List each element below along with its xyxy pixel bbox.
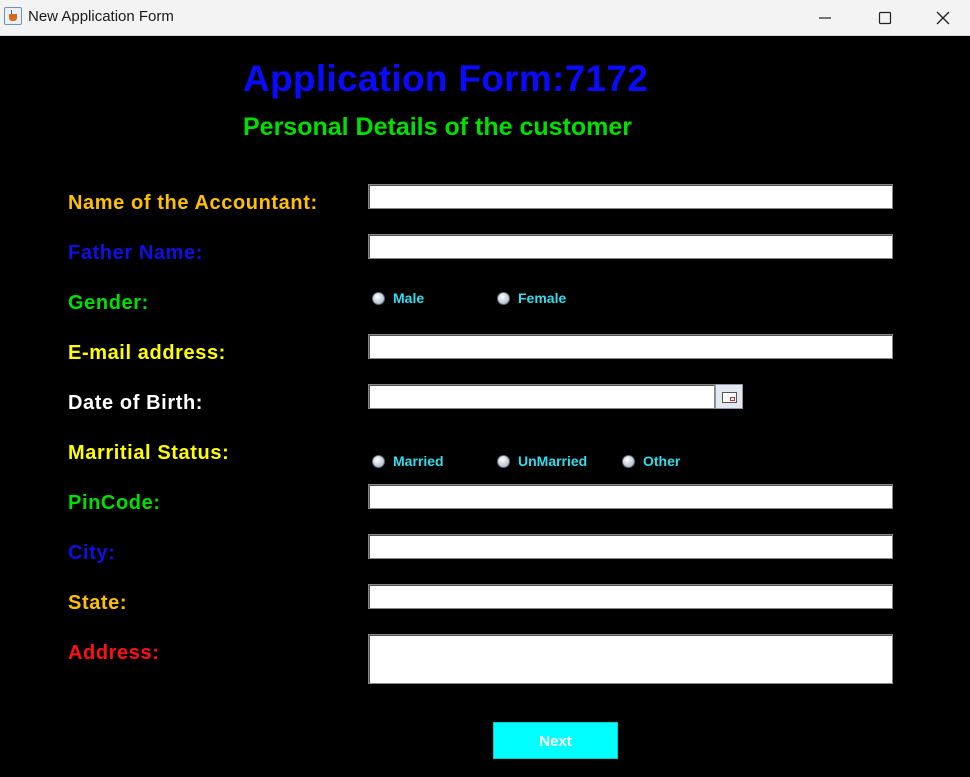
- state-field[interactable]: [368, 584, 893, 609]
- form-title: Application Form:7172: [243, 58, 649, 99]
- maximize-icon: [878, 11, 892, 25]
- gender-male-radio[interactable]: Male: [372, 290, 424, 306]
- city-field[interactable]: [368, 534, 893, 559]
- radio-button-icon: [622, 454, 635, 468]
- close-button[interactable]: [914, 0, 970, 35]
- email-field[interactable]: [368, 334, 893, 359]
- window-title: New Application Form: [28, 8, 174, 25]
- name-label: Name of the Accountant:: [68, 192, 318, 214]
- marital-married-radio[interactable]: Married: [372, 453, 444, 469]
- name-field[interactable]: [368, 184, 893, 209]
- java-cup-icon: [4, 7, 22, 25]
- gender-label: Gender:: [68, 292, 149, 314]
- marital-unmarried-radio[interactable]: UnMarried: [497, 453, 587, 469]
- pincode-field[interactable]: [368, 484, 893, 509]
- radio-label: UnMarried: [518, 453, 588, 469]
- address-label: Address:: [68, 642, 160, 664]
- father-name-field[interactable]: [368, 234, 893, 259]
- father-name-label: Father Name:: [68, 242, 204, 264]
- city-label: City:: [68, 542, 116, 564]
- radio-button-icon: [372, 291, 385, 305]
- maximize-button[interactable]: [856, 0, 914, 35]
- minimize-button[interactable]: [796, 0, 854, 35]
- radio-label: Male: [393, 290, 425, 306]
- form-subtitle: Personal Details of the customer: [243, 113, 633, 141]
- dob-field[interactable]: [368, 384, 715, 409]
- address-field[interactable]: [368, 634, 893, 684]
- radio-label: Other: [643, 453, 681, 469]
- radio-button-icon: [372, 454, 385, 468]
- radio-button-icon: [497, 454, 510, 468]
- calendar-icon: [722, 392, 737, 403]
- marital-status-label: Marritial Status:: [68, 442, 230, 464]
- minimize-icon: [819, 17, 831, 19]
- dob-label: Date of Birth:: [68, 392, 204, 414]
- radio-button-icon: [497, 291, 510, 305]
- pincode-label: PinCode:: [68, 492, 161, 514]
- next-button[interactable]: Next: [493, 722, 618, 759]
- radio-label: Married: [393, 453, 444, 469]
- date-picker-button[interactable]: [715, 384, 743, 409]
- marital-other-radio[interactable]: Other: [622, 453, 680, 469]
- state-label: State:: [68, 592, 128, 614]
- close-icon: [936, 11, 950, 25]
- window-titlebar: New Application Form: [0, 0, 970, 36]
- gender-female-radio[interactable]: Female: [497, 290, 566, 306]
- radio-label: Female: [518, 290, 567, 306]
- email-label: E-mail address:: [68, 342, 226, 364]
